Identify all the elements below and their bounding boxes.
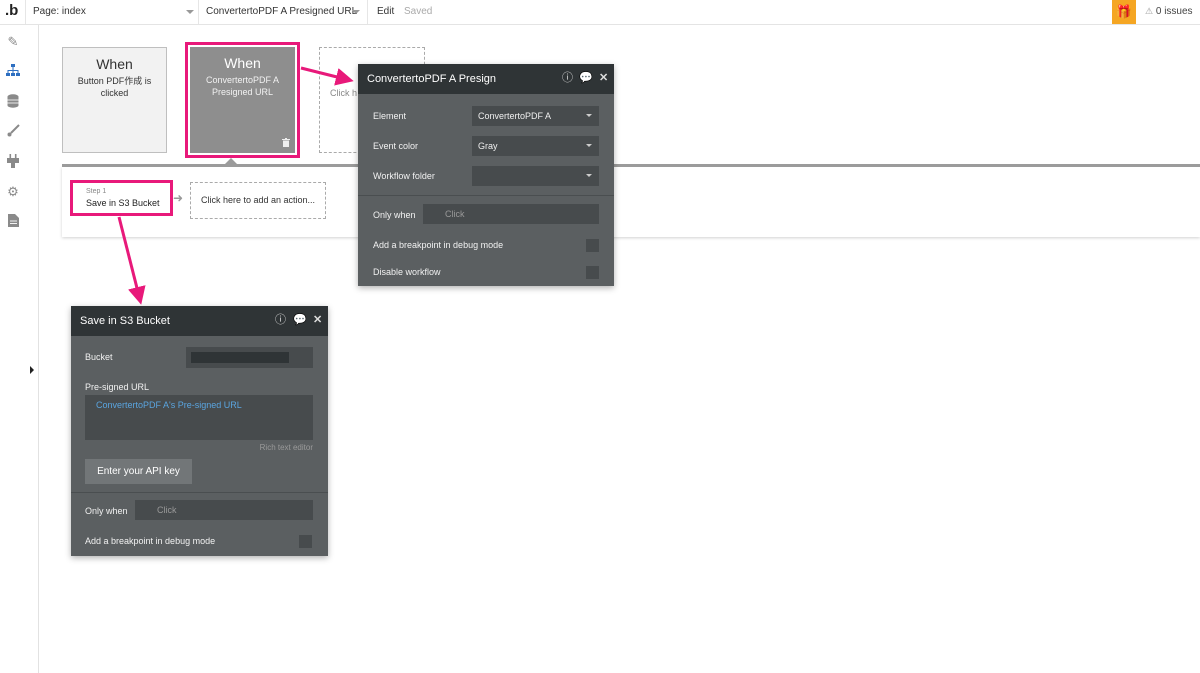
selected-event-bar — [62, 164, 1200, 167]
event-description: Button PDF作成 is clicked — [77, 76, 152, 98]
issues-indicator[interactable]: ⚠ 0 issues — [1145, 6, 1193, 17]
issues-count: 0 issues — [1155, 6, 1193, 17]
divider — [367, 0, 368, 24]
breakpoint-label: Add a breakpoint in debug mode — [85, 536, 216, 546]
workflow-folder-label: Workflow folder — [373, 171, 435, 181]
chevron-down-icon — [586, 144, 592, 147]
page-selector[interactable]: Page: index — [33, 6, 86, 17]
presigned-url-value[interactable]: ConvertertoPDF A's Pre-signed URL — [96, 400, 242, 410]
enter-api-key-button[interactable]: Enter your API key — [85, 459, 192, 484]
breakpoint-checkbox[interactable] — [299, 535, 312, 548]
data-icon[interactable] — [5, 94, 21, 110]
element-select[interactable]: ConvertertoPDF A — [472, 106, 599, 126]
bucket-input[interactable] — [186, 347, 313, 368]
divider — [358, 195, 614, 196]
add-action-button[interactable]: Click here to add an action... — [190, 182, 326, 219]
event-color-label: Event color — [373, 141, 419, 151]
workflow-selector[interactable]: ConvertertoPDF A Presigned URL — [206, 6, 357, 17]
chevron-down-icon — [586, 114, 592, 117]
only-when-input[interactable]: Click — [135, 500, 313, 520]
element-value: ConvertertoPDF A — [478, 111, 552, 121]
add-event-text: Click h — [330, 88, 358, 98]
sidebar-border — [38, 25, 39, 673]
panel-title: Save in S3 Bucket — [80, 315, 170, 327]
bucket-label: Bucket — [85, 352, 113, 362]
selected-event-pointer — [225, 158, 237, 164]
comment-icon[interactable]: 💬 — [579, 71, 593, 85]
redacted-value — [191, 352, 289, 363]
step-number: Step 1 — [86, 188, 107, 195]
only-when-label: Only when — [373, 210, 416, 220]
arrow-right-icon: ➜ — [173, 191, 184, 205]
rich-text-editor-link[interactable]: Rich text editor — [260, 443, 313, 452]
styles-icon[interactable] — [5, 124, 21, 140]
event-card-button-click[interactable]: When Button PDF作成 is clicked — [62, 47, 167, 153]
close-icon[interactable]: ✕ — [313, 313, 322, 327]
top-bar: .b Page: index ConvertertoPDF A Presigne… — [0, 0, 1200, 25]
step-card-save-s3[interactable]: Step 1 Save in S3 Bucket — [70, 180, 173, 216]
expand-palette-icon[interactable] — [30, 366, 34, 374]
event-color-select[interactable]: Gray — [472, 136, 599, 156]
workflow-folder-select[interactable] — [472, 166, 599, 186]
info-icon[interactable]: ⓘ — [562, 71, 573, 85]
disable-workflow-checkbox[interactable] — [586, 266, 599, 279]
action-properties-panel: Save in S3 Bucket ⓘ 💬 ✕ Bucket Pre-signe… — [71, 306, 328, 556]
chevron-down-icon[interactable] — [186, 10, 194, 14]
breakpoint-checkbox[interactable] — [586, 239, 599, 252]
edit-menu[interactable]: Edit — [377, 6, 394, 17]
plugins-icon[interactable] — [5, 154, 21, 170]
divider — [71, 492, 328, 493]
trash-icon[interactable] — [282, 138, 290, 149]
event-card-presigned-url[interactable]: When ConvertertoPDF A Presigned URL — [190, 47, 295, 153]
disable-workflow-label: Disable workflow — [373, 267, 441, 277]
logs-icon[interactable] — [5, 214, 21, 230]
chevron-down-icon[interactable] — [352, 10, 360, 14]
saved-status: Saved — [404, 6, 433, 17]
element-label: Element — [373, 111, 407, 121]
divider — [198, 0, 199, 24]
only-when-label: Only when — [85, 506, 128, 516]
event-properties-panel: ConvertertoPDF A Presign ⓘ 💬 ✕ Element C… — [358, 64, 614, 286]
design-icon[interactable]: ✎ — [5, 34, 21, 50]
left-sidebar: ✎ ⚙ — [0, 25, 26, 673]
divider — [25, 0, 26, 24]
info-icon[interactable]: ⓘ — [275, 313, 286, 327]
event-when-label: When — [96, 56, 133, 72]
close-icon[interactable]: ✕ — [599, 71, 608, 85]
only-when-input[interactable]: Click — [423, 204, 599, 224]
panel-title: ConvertertoPDF A Presign — [367, 73, 497, 85]
presigned-url-input[interactable]: ConvertertoPDF A's Pre-signed URL — [85, 395, 313, 440]
bubble-logo[interactable]: .b — [5, 2, 18, 19]
step-title: Save in S3 Bucket — [86, 198, 160, 208]
event-color-value: Gray — [478, 141, 498, 151]
event-description: ConvertertoPDF A Presigned URL — [205, 75, 280, 97]
comment-icon[interactable]: 💬 — [293, 313, 307, 327]
workflow-icon[interactable] — [5, 64, 21, 80]
panel-header: Save in S3 Bucket ⓘ 💬 ✕ — [71, 306, 328, 336]
gift-icon[interactable]: 🎁 — [1112, 0, 1136, 24]
presigned-url-label: Pre-signed URL — [85, 382, 150, 392]
panel-header: ConvertertoPDF A Presign ⓘ 💬 ✕ — [358, 64, 614, 94]
warning-icon: ⚠ — [1145, 6, 1154, 16]
chevron-down-icon — [586, 174, 592, 177]
settings-icon[interactable]: ⚙ — [5, 184, 21, 200]
event-when-label: When — [224, 55, 261, 71]
breakpoint-label: Add a breakpoint in debug mode — [373, 240, 504, 250]
